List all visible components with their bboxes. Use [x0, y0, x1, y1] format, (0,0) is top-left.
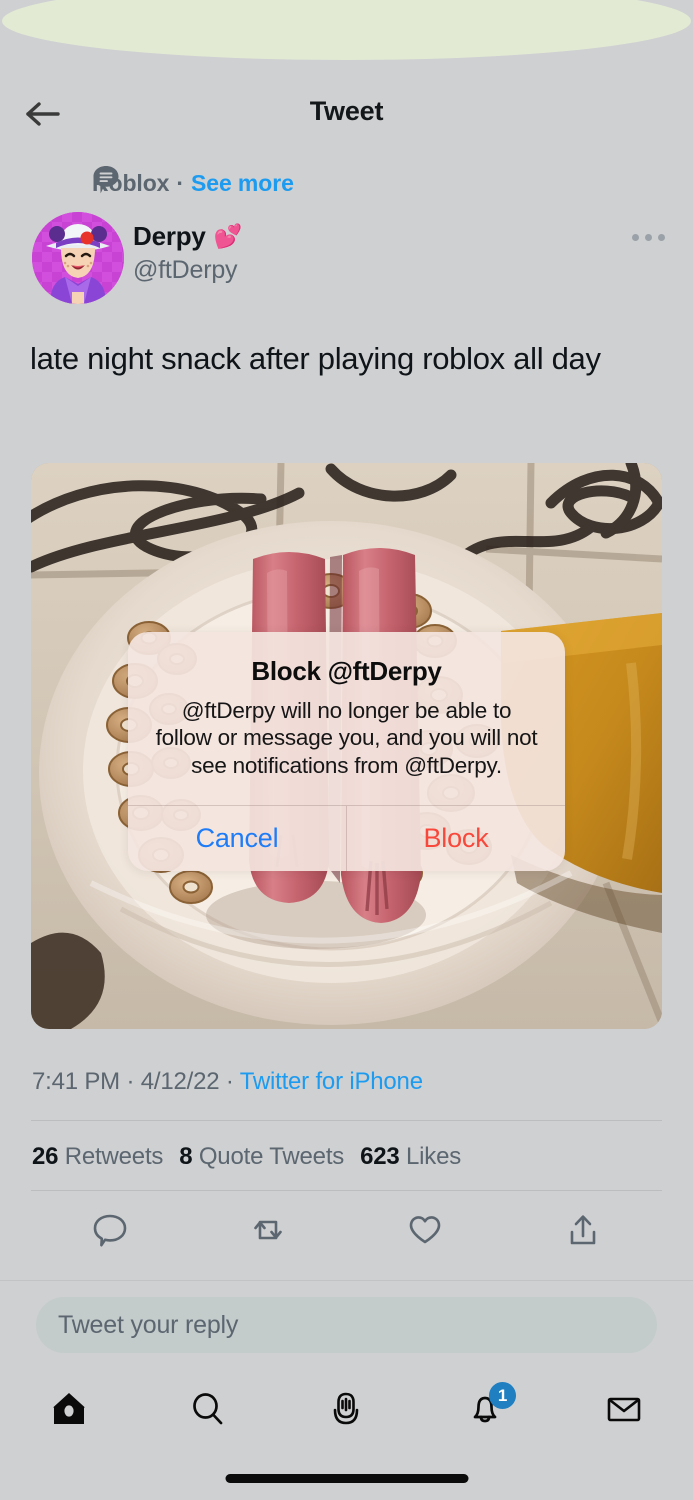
divider-below-stats	[31, 1190, 662, 1191]
tweet-stats-row: 26 Retweets 8 Quote Tweets 623 Likes	[32, 1143, 477, 1171]
share-button[interactable]	[504, 1196, 662, 1268]
author-display-name[interactable]: Derpy	[133, 221, 206, 252]
nav-search[interactable]	[139, 1372, 278, 1450]
stat-likes[interactable]: 623 Likes	[360, 1143, 461, 1170]
tweet-meta-row: 7:41 PM · 4/12/22 · Twitter for iPhone	[32, 1068, 423, 1096]
like-icon	[405, 1210, 445, 1255]
dialog-actions: Cancel Block	[128, 805, 565, 872]
like-button[interactable]	[347, 1196, 505, 1268]
topic-bubble-icon	[92, 165, 120, 195]
stat-quote-tweets[interactable]: 8 Quote Tweets	[179, 1143, 344, 1170]
tweet-action-bar	[31, 1196, 662, 1268]
nav-home[interactable]	[0, 1372, 139, 1450]
top-green-ellipse-artifact	[2, 0, 691, 60]
topic-separator: ·	[176, 169, 185, 196]
share-icon	[563, 1210, 603, 1255]
tweet-author-row: Derpy 💕 @ftDerpy	[0, 208, 693, 308]
retweets-label: Retweets	[64, 1143, 164, 1170]
divider-above-stats	[31, 1120, 662, 1121]
dialog-message: @ftDerpy will no longer be able to follo…	[155, 698, 538, 778]
meta-separator-1: ·	[119, 1068, 141, 1095]
reply-icon	[90, 1210, 130, 1255]
cancel-button[interactable]: Cancel	[128, 806, 346, 871]
likes-label: Likes	[406, 1143, 462, 1170]
retweet-icon	[248, 1210, 288, 1255]
block-confirmation-dialog: Block @ftDerpy @ftDerpy will no longer b…	[128, 632, 565, 872]
topic-context-row: Roblox · See more	[0, 163, 693, 203]
tweet-time: 7:41 PM	[32, 1068, 120, 1095]
nav-spaces[interactable]	[277, 1372, 416, 1450]
dialog-title: Block @ftDerpy	[251, 656, 442, 686]
page-title: Tweet	[309, 96, 384, 126]
block-button[interactable]: Block	[346, 806, 565, 872]
home-icon	[50, 1390, 88, 1433]
more-options-icon[interactable]	[632, 234, 665, 241]
author-handle[interactable]: @ftDerpy	[133, 256, 238, 285]
author-name-line: Derpy 💕	[133, 221, 242, 252]
meta-separator-2: ·	[219, 1068, 240, 1095]
spaces-mic-icon	[327, 1390, 365, 1433]
notifications-badge: 1	[489, 1382, 517, 1409]
dialog-body: Block @ftDerpy @ftDerpy will no longer b…	[128, 632, 565, 805]
tweet-date: 4/12/22	[140, 1068, 220, 1095]
reply-input[interactable]: Tweet your reply	[36, 1297, 657, 1353]
quotes-count: 8	[179, 1143, 193, 1170]
tweet-body-text: late night snack after playing roblox al…	[30, 341, 601, 376]
reply-placeholder: Tweet your reply	[58, 1310, 239, 1339]
messages-envelope-icon	[605, 1390, 643, 1433]
quotes-label: Quote Tweets	[198, 1143, 345, 1170]
composer-separator	[0, 1280, 693, 1281]
two-hearts-emoji: 💕	[213, 223, 243, 249]
search-icon	[189, 1390, 227, 1433]
reply-button[interactable]	[31, 1196, 189, 1268]
topic-see-more-link[interactable]: See more	[191, 170, 294, 197]
twitter-tweet-detail-screen: Tweet Roblox · See more Derpy 💕 @ftDerpy…	[0, 0, 693, 1500]
retweets-count: 26	[32, 1143, 59, 1170]
avatar[interactable]	[32, 212, 124, 304]
nav-notifications[interactable]: 1	[416, 1372, 555, 1450]
stat-retweets[interactable]: 26 Retweets	[32, 1143, 163, 1170]
home-indicator	[225, 1474, 468, 1483]
likes-count: 623	[360, 1143, 400, 1170]
retweet-button[interactable]	[189, 1196, 347, 1268]
tweet-source-link[interactable]: Twitter for iPhone	[240, 1068, 423, 1095]
app-header: Tweet	[0, 82, 693, 144]
nav-messages[interactable]	[554, 1372, 693, 1450]
bottom-navigation-bar: 1	[0, 1372, 693, 1450]
